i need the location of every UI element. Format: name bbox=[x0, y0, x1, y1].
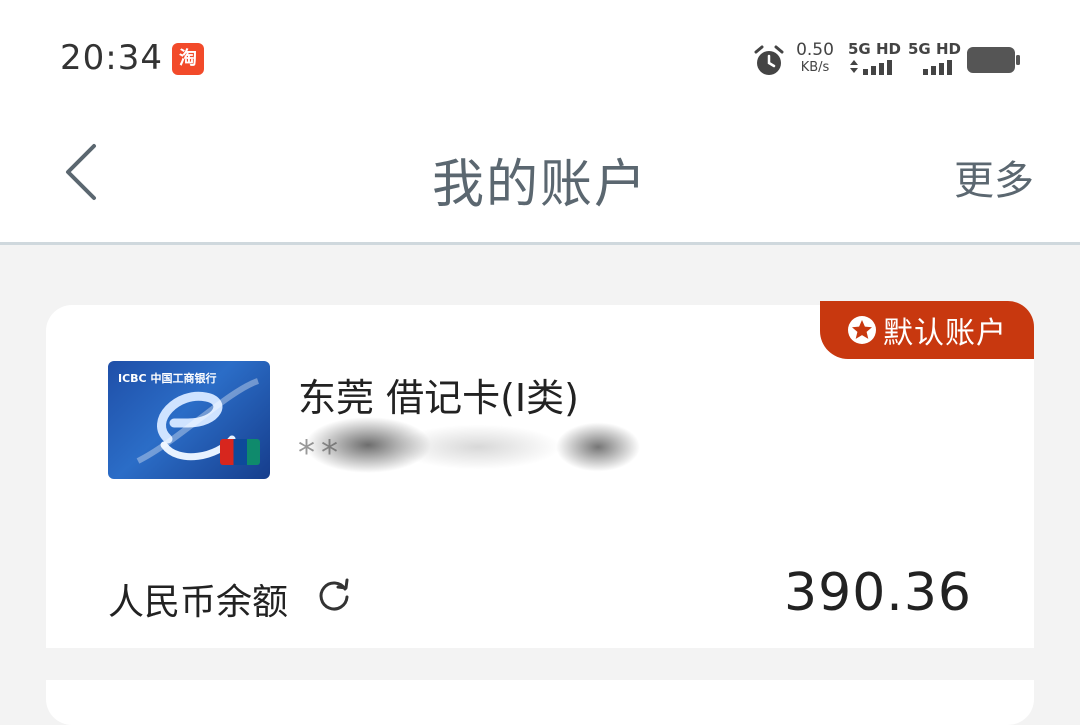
sim1-label: 5G HD bbox=[848, 40, 901, 58]
balance-value: 390.36 bbox=[784, 563, 972, 623]
network-speed-unit: KB/s bbox=[800, 60, 830, 75]
default-account-badge: 默认账户 bbox=[820, 301, 1034, 359]
balance-label: 人民币余额 bbox=[108, 582, 289, 623]
network-speed-value: 0.50 bbox=[796, 40, 834, 60]
page-title: 我的账户 bbox=[431, 155, 648, 215]
signal-icon bbox=[923, 60, 952, 75]
redacted-card-number-overlay bbox=[298, 397, 644, 497]
taobao-notification-icon: 淘 bbox=[172, 43, 204, 75]
alarm-icon bbox=[754, 45, 784, 75]
sim2-signal: 5G HD bbox=[908, 40, 961, 78]
sim2-label: 5G HD bbox=[908, 40, 961, 58]
sim1-signal: 5G HD bbox=[848, 40, 901, 78]
network-speed: 0.50 KB/s bbox=[794, 40, 836, 75]
bank-card-image: ICBC 中国工商银行 bbox=[108, 361, 270, 479]
default-account-label: 默认账户 bbox=[883, 316, 1007, 351]
signal-icon bbox=[850, 60, 892, 75]
battery-icon bbox=[967, 47, 1020, 73]
bottom-edge bbox=[0, 648, 1080, 680]
unionpay-logo bbox=[220, 439, 260, 465]
more-button[interactable]: 更多 bbox=[954, 148, 1034, 206]
refresh-icon[interactable] bbox=[316, 577, 352, 613]
status-bar: 20:34 淘 0.50 KB/s 5G HD 5G HD bbox=[0, 0, 1080, 118]
navigation-bar: 我的账户 更多 bbox=[0, 118, 1080, 245]
status-time: 20:34 bbox=[60, 38, 163, 78]
star-icon bbox=[848, 316, 876, 344]
